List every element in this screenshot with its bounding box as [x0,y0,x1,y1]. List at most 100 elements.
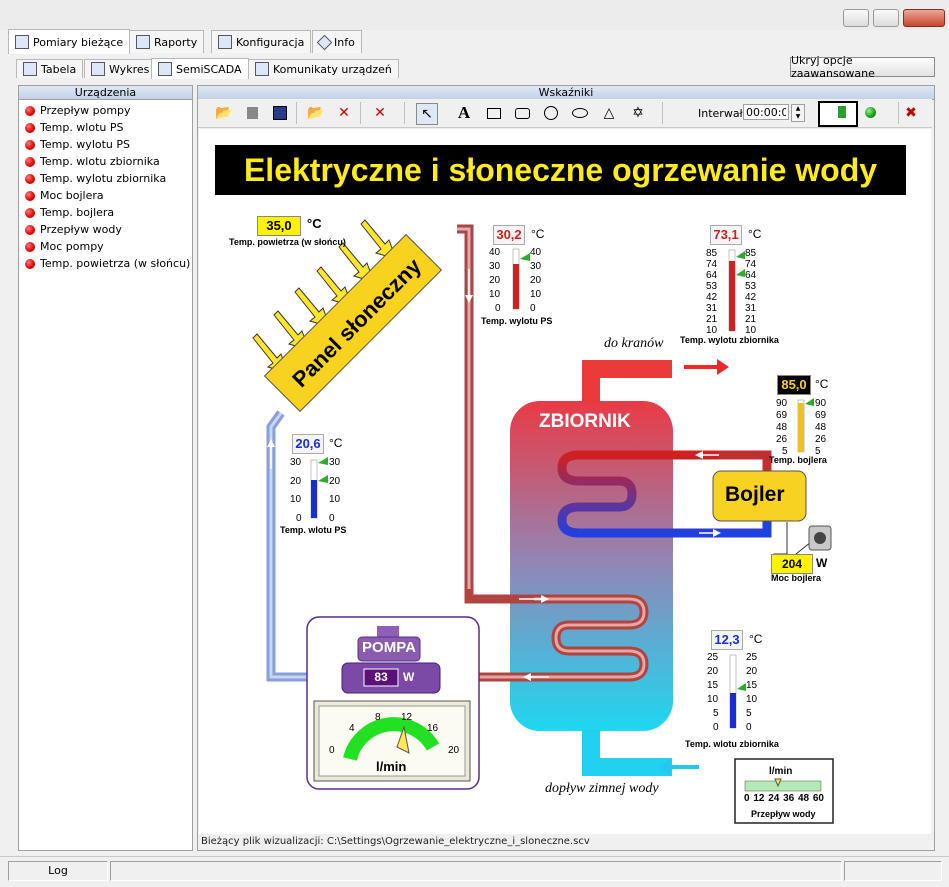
water-flow-ticks: 0 12 24 36 48 60 [744,793,824,804]
svg-text:5: 5 [713,708,719,719]
list-item[interactable]: Przepływ pompy [19,102,192,119]
book-icon[interactable] [818,101,858,127]
tab-konfiguracja[interactable]: Konfiguracja [211,30,312,53]
svg-text:69: 69 [776,410,788,421]
info-icon [316,34,333,50]
status-dot-icon [25,224,35,235]
ps-outlet-caption: Temp. wylotu PS [481,316,553,326]
svg-text:90: 90 [815,398,827,409]
tank-outlet-unit: °C [748,227,762,241]
list-item[interactable]: Temp. wlotu zbiornika [19,153,192,170]
svg-text:74: 74 [706,259,718,270]
new-file-icon[interactable] [242,103,262,123]
boiler-power-caption: Moc bojlera [771,573,822,583]
list-item[interactable]: Temp. wlotu PS [19,119,192,136]
pointer-icon[interactable]: ↖ [416,103,438,125]
status-dot-icon [25,241,35,252]
status-dot-icon [25,207,35,218]
thermo-tank-inlet: 25 25 20 20 15 15 10 10 5 5 0 0 [707,652,758,733]
pump-gauge-unit: l/min [376,759,407,774]
bottom-status-bar: Log [0,856,949,887]
svg-text:64: 64 [706,270,718,281]
list-item[interactable]: Moc pompy [19,238,192,255]
circle-tool-icon[interactable] [541,103,561,123]
svg-text:10: 10 [746,694,758,705]
delete-element-icon[interactable]: ✕ [370,103,390,123]
pump-gauge-tick: 4 [349,723,355,734]
interval-spinner[interactable]: ▲ ▼ [791,104,805,122]
main-tabs: Pomiary bieżące Raporty Konfiguracja Inf… [6,29,366,54]
hide-advanced-button[interactable]: Ukryj opcje zaawansowane [790,54,935,80]
pump-motor [377,626,399,638]
svg-text:31: 31 [706,303,718,314]
svg-text:0: 0 [495,303,501,314]
close-button[interactable] [903,9,945,27]
polygon-tool-icon[interactable]: ✡ [628,103,648,123]
tab-info[interactable]: Info [312,30,362,53]
pump-gauge-tick: 8 [375,712,381,723]
interval-input[interactable] [743,104,789,120]
boiler-temp-unit: °C [815,377,829,391]
rectangle-tool-icon[interactable] [484,103,504,123]
svg-text:10: 10 [530,289,542,300]
rounded-rect-tool-icon[interactable] [512,103,532,123]
svg-text:48: 48 [815,422,827,433]
open-folder-icon[interactable]: 📂 [214,103,234,123]
tab-tabela[interactable]: Tabela [16,59,84,78]
sub-tabs: Tabela Wykres SemiSCADA Komunikaty urząd… [14,58,399,81]
window-titlebar [0,0,949,30]
open-image-icon[interactable]: 📂 [306,103,326,123]
tank-inlet-pipe [582,729,672,776]
list-item[interactable]: Przepływ wody [19,221,192,238]
delete-icon[interactable]: ✕ [334,103,354,123]
pump-power-value: 83 [374,670,388,684]
list-item[interactable]: Temp. wylotu PS [19,136,192,153]
list-item[interactable]: Moc bojlera [19,187,192,204]
scada-icon [158,62,172,76]
status-dot-icon [25,173,35,184]
svg-text:15: 15 [746,680,758,691]
save-icon[interactable] [270,103,290,123]
status-field-right [844,861,942,881]
triangle-tool-icon[interactable]: △ [599,103,619,123]
list-item[interactable]: Temp. wylotu zbiornika [19,170,192,187]
tab-semiscada[interactable]: SemiSCADA [151,58,249,79]
thermo-boiler: 90 90 69 69 48 48 26 26 55 [776,398,827,457]
svg-text:0: 0 [329,513,335,524]
disconnect-icon[interactable]: ✖ [901,103,921,123]
text-tool-icon[interactable]: A [454,103,474,123]
svg-text:15: 15 [707,680,719,691]
log-button[interactable]: Log [8,861,108,881]
svg-text:5: 5 [746,708,752,719]
status-dot-icon [25,105,35,116]
running-status-icon [865,107,876,118]
tab-wykres[interactable]: Wykres [84,59,157,78]
status-dot-icon [25,258,35,269]
svg-text:40: 40 [530,247,542,258]
svg-text:48: 48 [776,422,788,433]
config-icon [218,35,232,49]
svg-text:30: 30 [530,261,542,272]
pump-gauge-tick: 0 [329,745,335,756]
svg-text:10: 10 [707,694,719,705]
tab-komunikaty[interactable]: Komunikaty urządzeń [248,59,399,78]
svg-text:0: 0 [530,303,536,314]
visualization-file-status: Bieżący plik wizualizacji: C:\Settings\O… [201,836,590,847]
svg-text:10: 10 [489,289,501,300]
tab-raporty[interactable]: Raporty [129,30,205,53]
tank-label: ZBIORNIK [539,411,631,432]
scada-title: Elektryczne i słoneczne ogrzewanie wody [243,151,878,188]
boiler-temp-value: 85,0 [777,375,811,395]
air-temp-unit: °C [307,216,322,231]
ellipse-tool-icon[interactable] [570,103,590,123]
ps-inlet-unit: °C [329,436,343,450]
maximize-button[interactable] [873,9,899,27]
svg-text:90: 90 [776,398,788,409]
tank-outlet-caption: Temp. wylotu zbiornika [680,335,779,345]
list-item[interactable]: Temp. bojlera [19,204,192,221]
pump-gauge-tick: 20 [448,745,460,756]
minimize-button[interactable] [843,9,869,27]
scada-canvas: 40 40 30 30 20 20 10 10 00 30 30 20 20 10 10 00… [199,129,931,834]
list-item[interactable]: Temp. powietrza (w słońcu) [19,255,192,272]
tab-pomiary[interactable]: Pomiary bieżące [8,29,131,54]
